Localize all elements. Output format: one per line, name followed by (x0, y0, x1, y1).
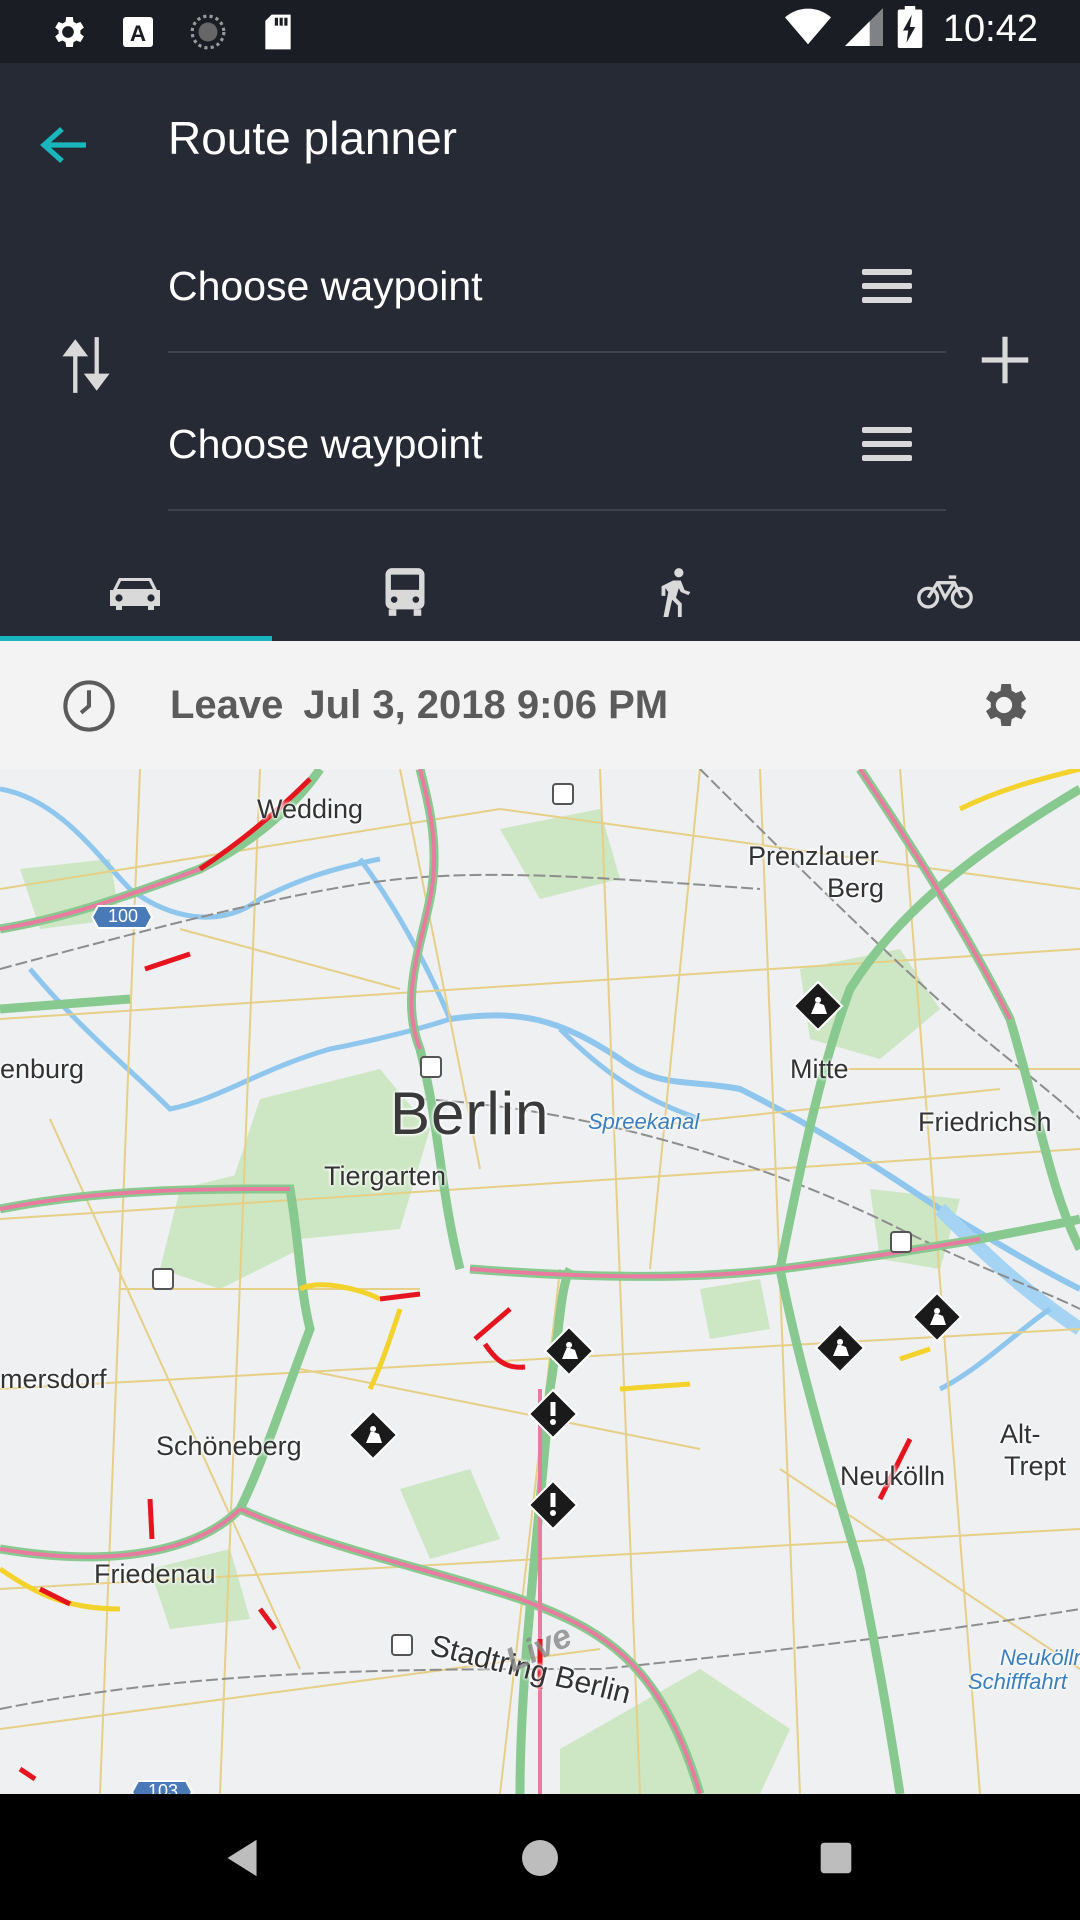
plus-icon (981, 336, 1029, 384)
pedestrian-icon (661, 568, 691, 617)
departure-time-selector[interactable]: Leave Jul 3, 2018 9:06 PM (170, 683, 668, 728)
map-label: mersdorf (0, 1364, 107, 1394)
svg-text:A: A (130, 21, 146, 46)
map-label: Neukölln (840, 1461, 946, 1491)
recents-nav-button[interactable] (806, 1828, 866, 1888)
map-label: enburg (0, 1054, 85, 1084)
signal-icon (844, 7, 883, 52)
map-view[interactable]: Wedding Prenzlauer Berg enburg Berlin Mi… (0, 769, 1080, 1794)
tab-public-transport[interactable] (270, 543, 540, 641)
map-water-label: Neukölln (1000, 1645, 1080, 1670)
map-label: Wedding (257, 794, 364, 824)
system-nav-bar (0, 1794, 1080, 1920)
waypoint-input-2[interactable]: Choose waypoint (168, 421, 483, 468)
map-label: Prenzlauer (748, 841, 879, 871)
departure-datetime: Jul 3, 2018 9:06 PM (303, 683, 669, 727)
home-nav-icon (522, 1840, 558, 1876)
waypoint-row-1: Choose waypoint (168, 213, 946, 353)
sd-card-icon (256, 10, 300, 54)
divider (168, 509, 946, 511)
traffic-moderate (0, 769, 1012, 1794)
waypoint-row-2: Choose waypoint (168, 371, 946, 511)
map-label: Mitte (790, 1054, 849, 1084)
clock-icon (63, 680, 115, 732)
map-water-label: Spreekanal (588, 1109, 700, 1134)
map-label: Berg (827, 873, 885, 903)
divider (168, 351, 946, 353)
transport-tabs (0, 543, 1080, 641)
recents-nav-icon (820, 1842, 852, 1874)
route-settings-icon[interactable] (976, 677, 1032, 733)
tab-bike[interactable] (810, 543, 1080, 641)
tab-walk[interactable] (540, 543, 810, 641)
map-label: Friedenau (94, 1559, 216, 1589)
back-nav-icon (227, 1839, 257, 1877)
drag-handle-icon[interactable] (862, 269, 912, 307)
swap-waypoints-button[interactable] (52, 325, 120, 405)
back-arrow-button[interactable] (34, 115, 94, 175)
battery-charging-icon (897, 6, 923, 53)
home-nav-button[interactable] (510, 1828, 570, 1888)
route-shield-label: 100 (108, 906, 139, 926)
departure-mode: Leave (170, 683, 284, 727)
map-city-label: Berlin (390, 1080, 550, 1147)
incident-markers (527, 1388, 579, 1531)
loading-icon (186, 10, 230, 54)
bicycle-icon (917, 575, 973, 609)
car-icon (110, 578, 160, 610)
map-label: Friedrichsh (918, 1107, 1052, 1137)
map-label: Schöneberg (156, 1431, 302, 1461)
tab-car[interactable] (0, 543, 270, 641)
status-bar: A 10:42 (0, 0, 1080, 63)
waypoint-input-1[interactable]: Choose waypoint (168, 263, 483, 310)
wifi-icon (784, 7, 831, 52)
route-header: Route planner Choose waypoint Choose way… (0, 63, 1080, 641)
status-time: 10:42 (942, 8, 1038, 50)
bus-icon (385, 568, 425, 616)
drag-handle-icon[interactable] (862, 427, 912, 465)
route-shield-label: 103 (148, 1781, 179, 1794)
page-title: Route planner (168, 112, 457, 164)
back-nav-button[interactable] (212, 1828, 272, 1888)
map-label: Trept (1004, 1451, 1067, 1481)
add-waypoint-button[interactable] (974, 329, 1036, 391)
map-label: Alt- (1000, 1419, 1041, 1449)
map-water-label: Schifffahrt (968, 1669, 1068, 1694)
swap-arrows-icon (62, 337, 110, 393)
back-arrow-icon (40, 127, 86, 163)
font-a-icon: A (116, 10, 160, 54)
map-label: Tiergarten (324, 1161, 447, 1191)
gear-icon (46, 10, 90, 54)
departure-time-bar: Leave Jul 3, 2018 9:06 PM (0, 641, 1080, 769)
route-shields (90, 905, 194, 1794)
